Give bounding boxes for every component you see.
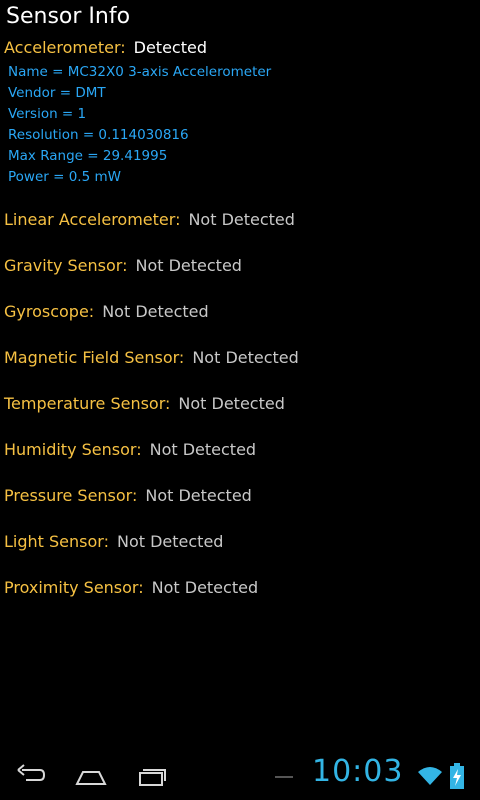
sensor-status: Not Detected [192,348,299,367]
wifi-icon [418,767,442,785]
sensor-status: Detected [133,38,207,57]
clock-time: 10:03 [312,754,404,789]
sensor-label: Accelerometer: [4,38,126,57]
sensor-row-gyroscope: Gyroscope: Not Detected [4,302,209,321]
sensor-label: Magnetic Field Sensor: [4,348,185,367]
sensor-label: Proximity Sensor: [4,578,144,597]
page-title: Sensor Info [6,4,131,29]
detail-resolution: Resolution = 0.114030816 [8,127,189,143]
sensor-status: Not Detected [116,532,224,551]
notification-divider [275,776,293,778]
sensor-status: Not Detected [149,440,257,459]
sensor-label: Gyroscope: [4,302,95,321]
sensor-row-humidity: Humidity Sensor: Not Detected [4,440,256,459]
sensor-row-magnetic-field: Magnetic Field Sensor: Not Detected [4,348,299,367]
sensor-row-pressure: Pressure Sensor: Not Detected [4,486,252,505]
sensor-row-linear-accelerometer: Linear Accelerometer: Not Detected [4,210,295,229]
sensor-status: Not Detected [135,256,242,275]
sensor-status: Not Detected [151,578,259,597]
sensor-label: Gravity Sensor: [4,256,128,275]
detail-power: Power = 0.5 mW [8,169,121,185]
sensor-label: Temperature Sensor: [4,394,171,413]
detail-version: Version = 1 [8,106,87,122]
home-icon[interactable] [74,764,108,792]
detail-name: Name = MC32X0 3-axis Accelerometer [8,64,272,80]
detail-max-range: Max Range = 29.41995 [8,148,168,164]
back-icon[interactable] [14,762,48,790]
accelerometer-details: Name = MC32X0 3-axis Accelerometer Vendo… [8,62,271,188]
sensor-row-proximity: Proximity Sensor: Not Detected [4,578,258,597]
sensor-row-accelerometer: Accelerometer: Detected [4,38,207,57]
sensor-label: Pressure Sensor: [4,486,138,505]
detail-vendor: Vendor = DMT [8,85,106,101]
sensor-label: Linear Accelerometer: [4,210,181,229]
sensor-status: Not Detected [178,394,285,413]
system-bar [0,752,480,800]
sensor-row-gravity: Gravity Sensor: Not Detected [4,256,242,275]
sensor-status: Not Detected [145,486,252,505]
sensor-label: Light Sensor: [4,532,109,551]
battery-charging-icon [450,763,464,789]
sensor-row-temperature: Temperature Sensor: Not Detected [4,394,285,413]
sensor-status: Not Detected [188,210,295,229]
recent-apps-icon[interactable] [134,762,168,790]
sensor-label: Humidity Sensor: [4,440,142,459]
sensor-row-light: Light Sensor: Not Detected [4,532,223,551]
sensor-status: Not Detected [102,302,209,321]
